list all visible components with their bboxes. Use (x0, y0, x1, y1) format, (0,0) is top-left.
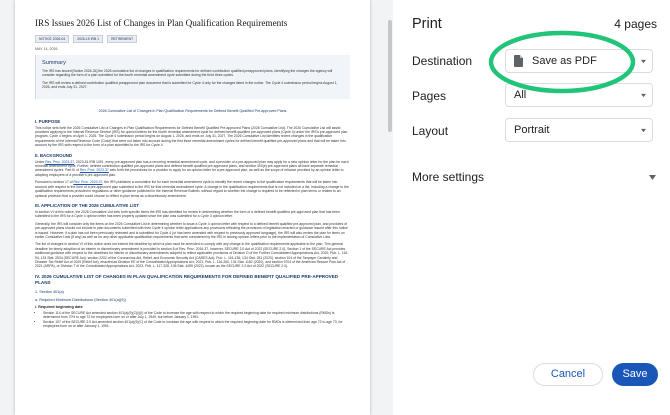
rev-proc-link[interactable]: Rev. Proc. 2023-37 (73, 180, 102, 184)
paragraph: In section VI of this notice, the 2026 C… (35, 209, 340, 219)
summary-paragraph: The IRS will review a defined contributi… (42, 80, 338, 90)
destination-value: Save as PDF (532, 55, 597, 67)
list-item: Section 107 of the SECURE 2.0 Act amende… (43, 320, 350, 329)
subsection-heading: a. Required Minimum Distributions (Secti… (35, 297, 126, 302)
print-title: Print (412, 16, 442, 32)
chevron-down-icon (641, 128, 646, 133)
preview-page: IRS Issues 2026 List of Changes in Plan … (15, 0, 370, 415)
bullet-list: Section 114 of the SECURE Act amended se… (35, 311, 350, 329)
cancel-button[interactable]: Cancel (533, 363, 603, 386)
section-heading: III. APPLICATION OF THE 2026 CUMULATIVE … (35, 202, 140, 208)
tag: RETIREMENT (107, 35, 138, 43)
chevron-down-icon (641, 59, 646, 64)
paragraph: Pursuant to section 17 of Rev. Proc. 202… (35, 180, 349, 198)
paragraph: This notice sets forth the 2026 Cumulati… (35, 125, 348, 148)
more-settings-label: More settings (412, 170, 485, 184)
page-count: 4 pages (614, 17, 657, 31)
subsection-heading: i. Required beginning date (35, 304, 83, 309)
print-settings-panel: Print 4 pages Destination Save as PDF Pa… (393, 0, 670, 415)
section-heading: IV. 2026 CUMULATIVE LIST OF CHANGES IN P… (35, 273, 339, 285)
paragraph: Under Rev. Proc. 2023-37, 2023-51 IRB 14… (35, 159, 349, 177)
layout-value: Portrait (514, 124, 550, 136)
rev-proc-link[interactable]: Rev. Proc. 2023-37 (45, 160, 74, 164)
destination-label: Destination (412, 54, 473, 68)
layout-select[interactable]: Portrait (505, 118, 653, 142)
print-preview-pane[interactable]: IRS Issues 2026 List of Changes in Plan … (0, 0, 384, 415)
summary-box: Summary The IRS has issued [Notice 2026-… (35, 55, 350, 99)
section-heading: I. PURPOSE (35, 118, 61, 124)
document-tags: NOTICE 2026-04 2026-15 IRB 1 RETIREMENT (35, 35, 350, 43)
list-item: Section 114 of the SECURE Act amended se… (43, 311, 350, 320)
document-title: IRS Issues 2026 List of Changes in Plan … (35, 18, 288, 28)
chevron-down-icon (649, 175, 656, 180)
save-button[interactable]: Save (612, 363, 658, 386)
document-date: MAY 14, 2026 (35, 47, 58, 51)
scrollbar-thumb[interactable] (388, 20, 392, 132)
page-content: IRS Issues 2026 List of Changes in Plan … (35, 18, 350, 330)
tag: NOTICE 2026-04 (35, 35, 70, 43)
subsection-heading: 1. Section 401(a) (35, 289, 64, 294)
document-icon (514, 55, 523, 67)
summary-heading: Summary (42, 60, 66, 66)
tag: 2026-15 IRB 1 (73, 35, 104, 43)
paragraph: The list of changes in section VI of thi… (35, 242, 349, 269)
more-settings-toggle[interactable]: More settings (412, 167, 658, 187)
pages-select[interactable]: All (505, 83, 653, 107)
destination-select[interactable]: Save as PDF (505, 49, 653, 73)
list-title: 2026 Cumulative List of Changes in Plan … (98, 108, 287, 113)
section-heading: II. BACKGROUND (35, 152, 73, 158)
layout-label: Layout (412, 124, 449, 138)
summary-paragraph: The IRS has issued [Notice 2026-34] the … (42, 69, 333, 78)
rev-proc-link[interactable]: Rev. Proc. 2023-37 (80, 168, 109, 172)
pages-value: All (514, 89, 527, 101)
chevron-down-icon (641, 93, 646, 98)
pages-label: Pages (412, 89, 447, 103)
paragraph: Generally, the IRS will consider only th… (35, 221, 348, 239)
